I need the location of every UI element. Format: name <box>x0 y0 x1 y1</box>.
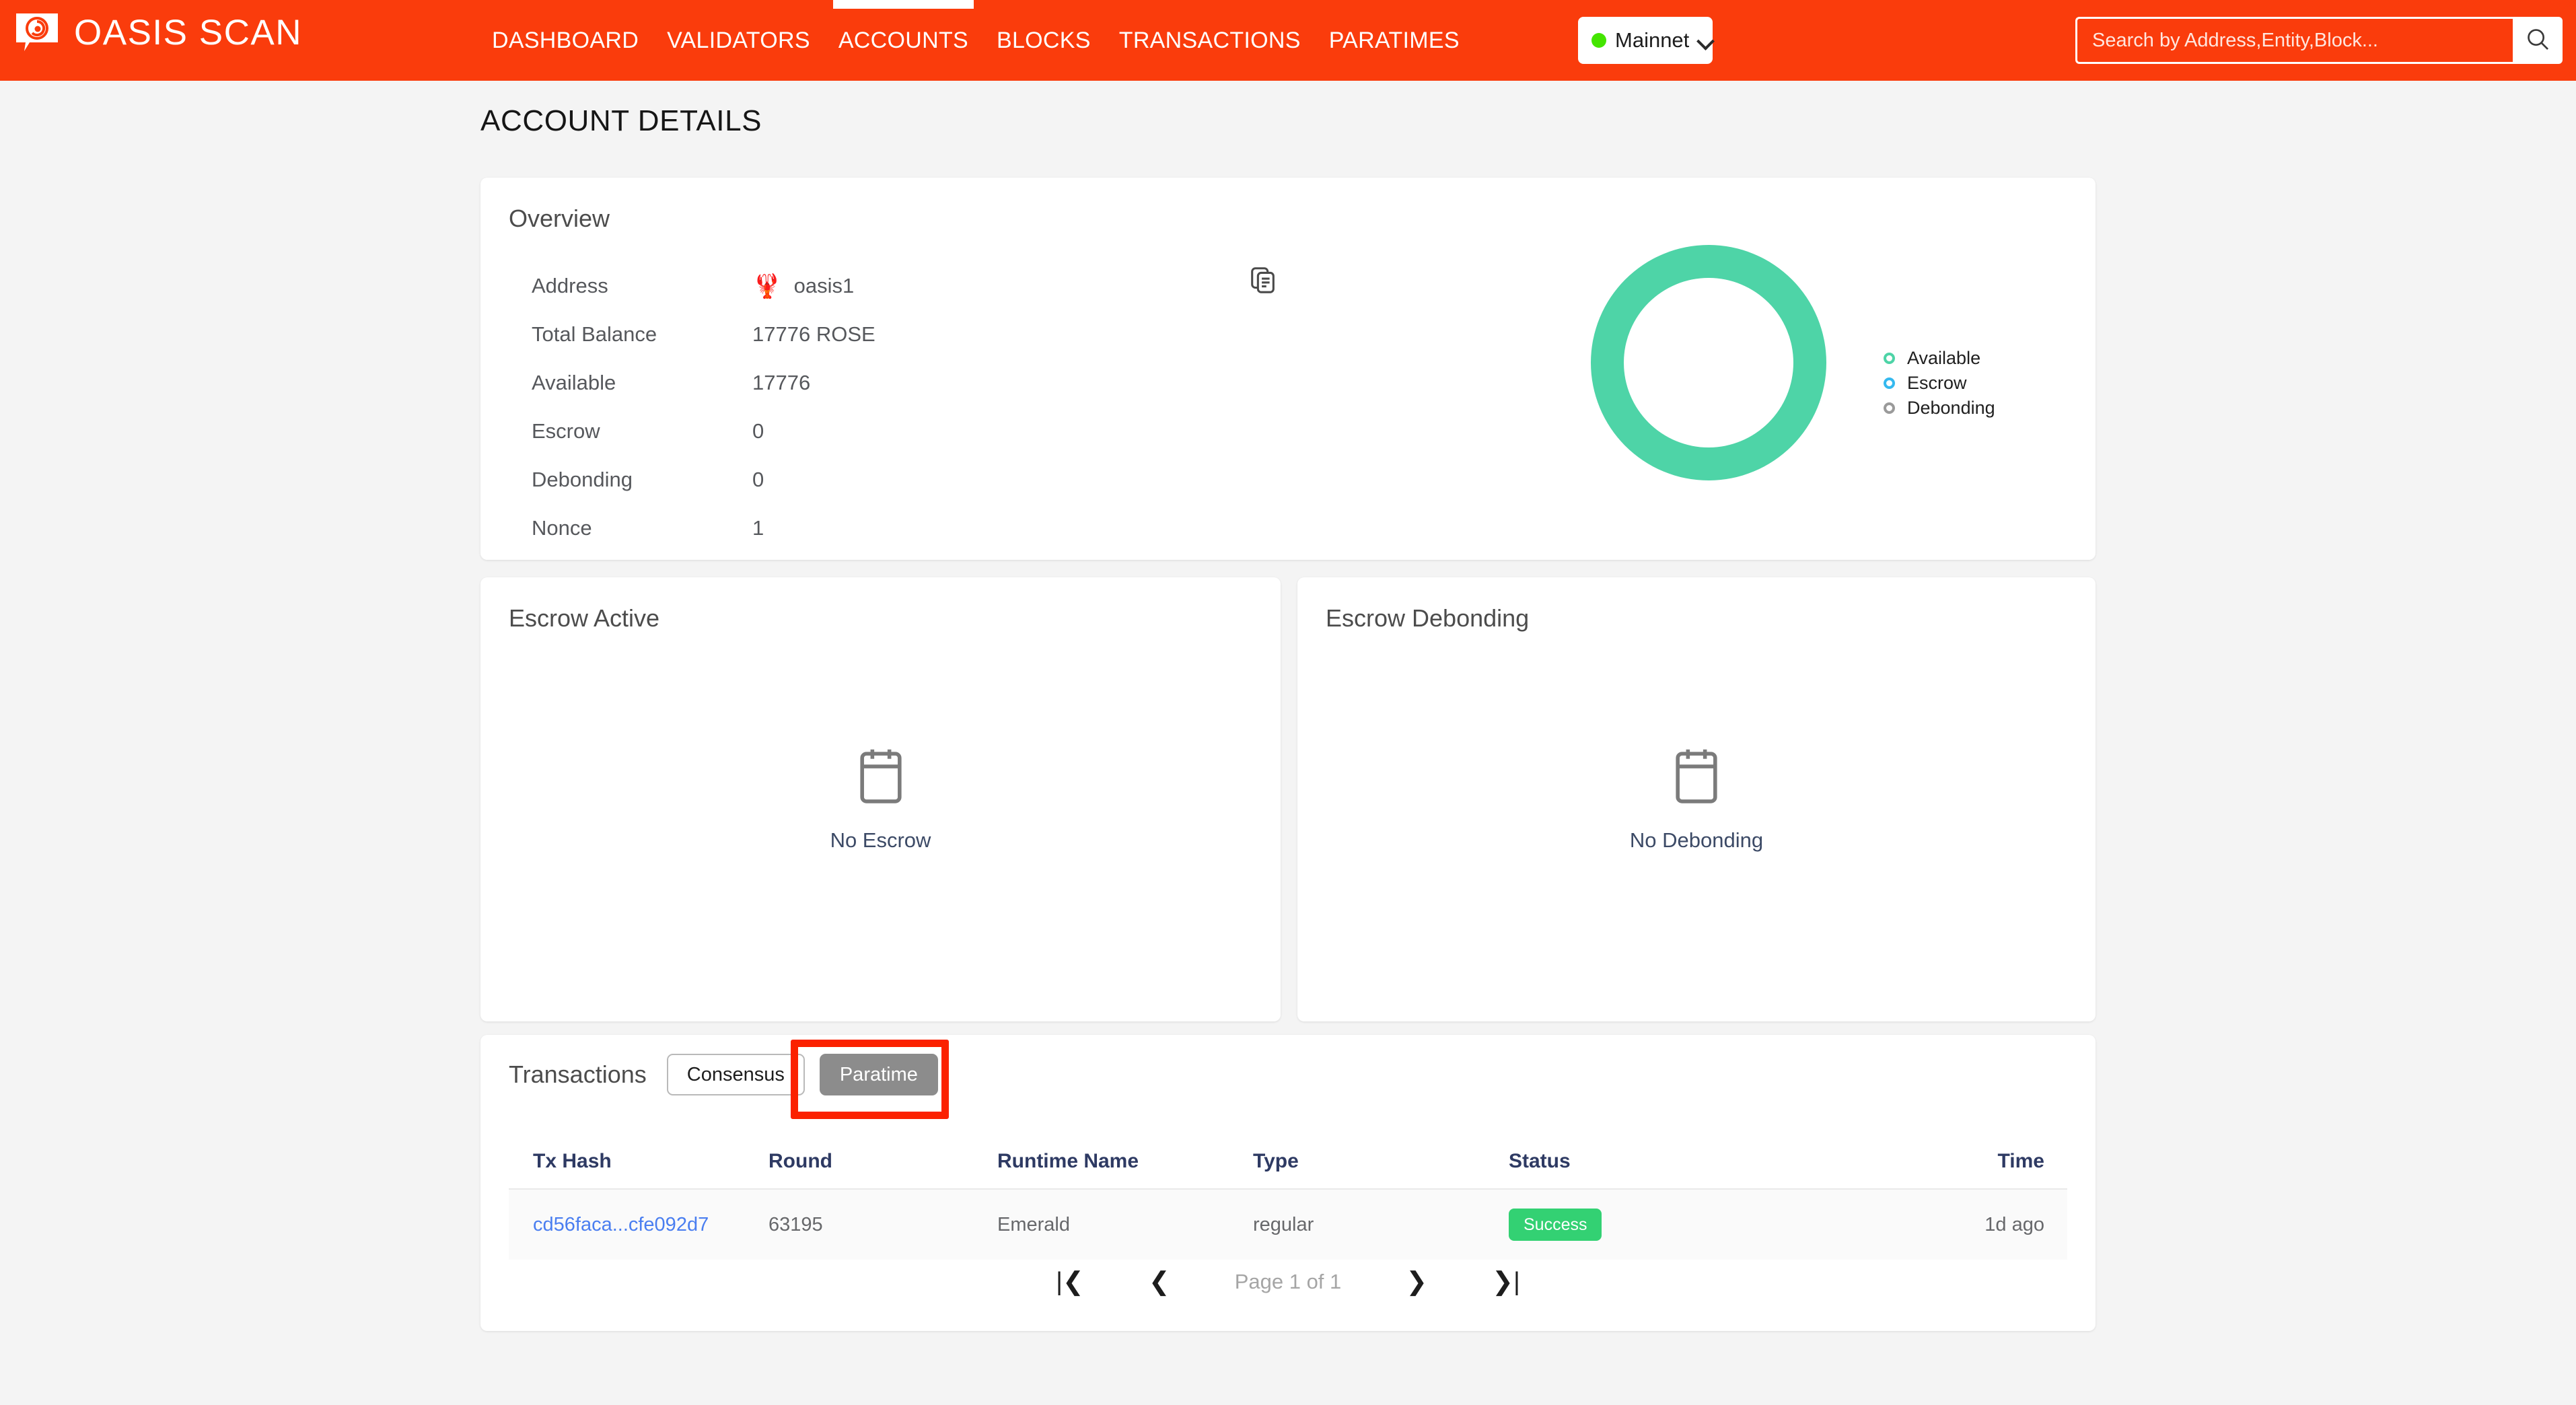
prev-page-icon[interactable]: ❮ <box>1149 1269 1170 1295</box>
overview-value: 17776 ROSE <box>752 322 875 347</box>
column-header-tx-hash: Tx Hash <box>509 1150 768 1173</box>
legend-item-available[interactable]: Available <box>1884 346 1995 371</box>
nav-item-transactions[interactable]: TRANSACTIONS <box>1105 0 1315 81</box>
overview-value: 🦞 oasis1 <box>752 274 854 298</box>
escrow-active-title: Escrow Active <box>509 604 659 633</box>
cell-status: Success <box>1509 1209 1865 1241</box>
overview-value: 17776 <box>752 371 810 395</box>
legend-label: Debonding <box>1907 398 1995 419</box>
first-page-icon[interactable]: |❮ <box>1056 1269 1084 1295</box>
nav-item-validators[interactable]: VALIDATORS <box>653 0 824 81</box>
column-header-time: Time <box>1865 1150 2067 1173</box>
legend-dot-icon <box>1884 402 1895 414</box>
overview-value: 1 <box>752 516 764 540</box>
donut-slice-available <box>1591 245 1826 480</box>
nav-item-paratimes[interactable]: PARATIMES <box>1315 0 1474 81</box>
escrow-active-card: Escrow Active No Escrow <box>480 577 1281 1021</box>
brand-name: OASIS SCAN <box>74 15 302 50</box>
next-page-icon[interactable]: ❯ <box>1406 1269 1427 1295</box>
legend-dot-icon <box>1884 353 1895 364</box>
top-header-bar: OASIS SCAN DASHBOARD VALIDATORS ACCOUNTS… <box>0 0 2576 81</box>
toggle-paratime-button[interactable]: Paratime <box>820 1054 938 1095</box>
nav-item-blocks[interactable]: BLOCKS <box>982 0 1105 81</box>
lobster-avatar-icon: 🦞 <box>752 275 782 298</box>
escrow-active-empty-state: No Escrow <box>480 747 1281 853</box>
nav-item-dashboard[interactable]: DASHBOARD <box>478 0 653 81</box>
legend-label: Available <box>1907 348 1980 369</box>
legend-dot-icon <box>1884 377 1895 389</box>
table-row[interactable]: cd56faca...cfe092d7 63195 Emerald regula… <box>509 1188 2067 1260</box>
overview-details-list: Address 🦞 oasis1 Total Balance 17776 ROS… <box>532 262 875 552</box>
legend-item-debonding[interactable]: Debonding <box>1884 396 1995 421</box>
pagination-controls: |❮ ❮ Page 1 of 1 ❯ ❯| <box>480 1269 2096 1295</box>
legend-label: Escrow <box>1907 373 1967 394</box>
overview-row-total-balance: Total Balance 17776 ROSE <box>532 310 875 359</box>
chevron-down-icon <box>1698 33 1713 48</box>
transactions-table: Tx Hash Round Runtime Name Type Status T… <box>509 1134 2067 1260</box>
overview-row-address: Address 🦞 oasis1 <box>532 262 875 310</box>
column-header-status: Status <box>1509 1150 1865 1173</box>
column-header-runtime-name: Runtime Name <box>997 1150 1253 1173</box>
nav-item-accounts[interactable]: ACCOUNTS <box>824 0 982 81</box>
calendar-empty-icon <box>855 747 907 808</box>
account-address-text: oasis1 <box>794 274 855 298</box>
overview-value: 0 <box>752 419 764 443</box>
escrow-debonding-card: Escrow Debonding No Debonding <box>1297 577 2096 1021</box>
search-input[interactable] <box>2075 17 2513 64</box>
overview-key: Available <box>532 371 752 395</box>
cell-time: 1d ago <box>1865 1214 2067 1236</box>
overview-row-escrow: Escrow 0 <box>532 407 875 456</box>
column-header-round: Round <box>768 1150 997 1173</box>
donut-chart-legend: Available Escrow Debonding <box>1884 346 1995 421</box>
overview-row-debonding: Debonding 0 <box>532 456 875 504</box>
oasis-spiral-logo-icon <box>15 12 59 52</box>
overview-value: 0 <box>752 468 764 492</box>
cell-runtime-name: Emerald <box>997 1214 1253 1236</box>
brand-logo[interactable]: OASIS SCAN <box>15 12 302 52</box>
overview-row-available: Available 17776 <box>532 359 875 407</box>
search-icon <box>2525 26 2550 55</box>
escrow-active-empty-label: No Escrow <box>830 828 931 853</box>
cell-type: regular <box>1253 1214 1509 1236</box>
legend-item-escrow[interactable]: Escrow <box>1884 371 1995 396</box>
escrow-debonding-empty-state: No Debonding <box>1297 747 2096 853</box>
cell-tx-hash: cd56faca...cfe092d7 <box>509 1214 768 1236</box>
table-header-row: Tx Hash Round Runtime Name Type Status T… <box>509 1134 2067 1188</box>
search-bar <box>2075 17 2563 64</box>
main-navigation: DASHBOARD VALIDATORS ACCOUNTS BLOCKS TRA… <box>478 0 1474 81</box>
tx-hash-link[interactable]: cd56faca...cfe092d7 <box>533 1214 709 1235</box>
overview-key: Nonce <box>532 516 752 540</box>
overview-key: Total Balance <box>532 322 752 347</box>
network-status-dot-icon <box>1591 33 1606 48</box>
network-selector-label: Mainnet <box>1615 28 1689 52</box>
page-title: ACCOUNT DETAILS <box>480 104 762 138</box>
escrow-debonding-empty-label: No Debonding <box>1630 828 1763 853</box>
pagination-label: Page 1 of 1 <box>1235 1270 1342 1294</box>
copy-icon <box>1248 287 1279 298</box>
overview-key: Address <box>532 274 752 298</box>
transactions-source-toggle-group: Consensus Paratime <box>667 1054 938 1095</box>
toggle-consensus-button[interactable]: Consensus <box>667 1054 805 1095</box>
overview-card-title: Overview <box>509 205 610 233</box>
transactions-title: Transactions <box>509 1060 647 1089</box>
transactions-header: Transactions Consensus Paratime <box>509 1054 938 1095</box>
network-selector[interactable]: Mainnet <box>1578 17 1713 64</box>
column-header-type: Type <box>1253 1150 1509 1173</box>
overview-row-nonce: Nonce 1 <box>532 504 875 552</box>
calendar-empty-icon <box>1670 747 1723 808</box>
status-badge: Success <box>1509 1209 1602 1241</box>
balance-donut-chart <box>1591 245 1826 480</box>
copy-address-button[interactable] <box>1248 264 1279 295</box>
last-page-icon[interactable]: ❯| <box>1492 1269 1520 1295</box>
search-button[interactable] <box>2513 17 2563 64</box>
cell-round: 63195 <box>768 1214 997 1236</box>
overview-key: Debonding <box>532 468 752 492</box>
overview-key: Escrow <box>532 419 752 443</box>
escrow-debonding-title: Escrow Debonding <box>1326 604 1529 633</box>
overview-card: Overview Address 🦞 oasis1 Total Balance … <box>480 178 2096 560</box>
transactions-card: Transactions Consensus Paratime Tx Hash … <box>480 1035 2096 1331</box>
